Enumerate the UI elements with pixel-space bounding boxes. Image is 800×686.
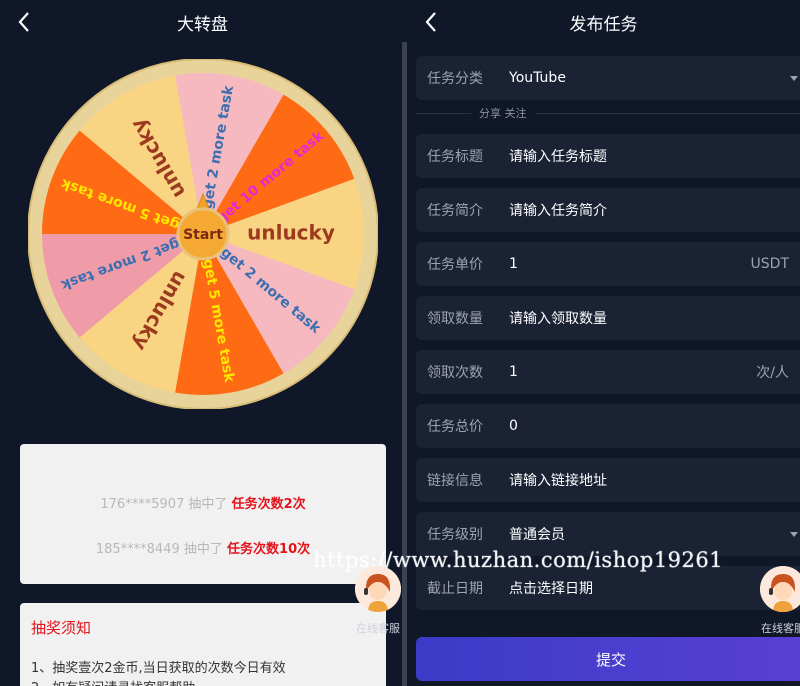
field-value: 1	[509, 256, 518, 272]
claim-quantity-field[interactable]: 领取数量 请输入领取数量	[416, 296, 800, 340]
prize-wheel[interactable]: get 2 more task get 10 more task unlucky ge…	[27, 58, 379, 410]
chevron-down-icon	[790, 532, 798, 537]
field-label: 任务分类	[427, 71, 483, 87]
field-unit: 次/人	[756, 365, 789, 381]
customer-service-label: 在线客服	[761, 622, 800, 635]
customer-service-icon	[355, 566, 401, 612]
category-subtags: 分享 关注	[416, 104, 800, 122]
winner-prize: 任务次数10次	[227, 542, 311, 557]
field-label: 任务级别	[427, 527, 483, 543]
field-label: 任务单价	[427, 257, 483, 273]
field-label: 任务简介	[427, 203, 483, 219]
field-label: 领取数量	[427, 311, 483, 327]
back-arrow-icon[interactable]	[14, 10, 34, 34]
task-title-field[interactable]: 任务标题 请输入任务标题	[416, 134, 800, 178]
deadline-date-field[interactable]: 截止日期 点击选择日期	[416, 566, 800, 610]
field-value: 点击选择日期	[509, 581, 593, 597]
field-value: 请输入任务简介	[509, 203, 607, 219]
back-arrow-icon[interactable]	[421, 10, 441, 34]
prize-wheel-graphic: get 2 more taskget 10 more taskunluckyge…	[27, 58, 379, 410]
page-title: 大转盘	[177, 14, 228, 35]
start-button-label: Start	[183, 227, 223, 243]
task-intro-field[interactable]: 任务简介 请输入任务简介	[416, 188, 800, 232]
field-value: 1	[509, 364, 518, 380]
customer-service-button[interactable]: 在线客服	[758, 566, 800, 636]
task-category-select[interactable]: 任务分类 YouTube	[416, 56, 800, 100]
field-value: 0	[509, 418, 518, 434]
wheel-segment-label: unlucky	[247, 221, 335, 245]
rules-line: 2、如有疑问请寻找客服帮助	[31, 677, 195, 686]
winner-verb: 抽中了	[188, 497, 228, 512]
claim-times-field[interactable]: 领取次数 1 次/人	[416, 350, 800, 394]
field-label: 链接信息	[427, 473, 483, 489]
chevron-down-icon	[790, 76, 798, 81]
field-value: 请输入链接地址	[509, 473, 607, 489]
winner-user: 185****8449	[95, 542, 180, 557]
field-value: 请输入领取数量	[509, 311, 607, 327]
winner-user: 176****5907	[100, 497, 185, 512]
field-value: 请输入任务标题	[509, 149, 607, 165]
field-label: 任务总价	[427, 419, 483, 435]
field-unit: USDT	[750, 256, 789, 272]
customer-service-label: 在线客服	[356, 622, 400, 635]
left-header: 大转盘	[0, 0, 405, 44]
right-header: 发布任务	[407, 0, 800, 44]
task-unit-price-field[interactable]: 任务单价 1 USDT	[416, 242, 800, 286]
lucky-wheel-page: 大转盘 get 2 more task get 10 more task unluc…	[0, 0, 405, 686]
publish-task-page: 发布任务 任务分类 YouTube 分享 关注 任务标题 请输入任务标题 任务简…	[407, 0, 800, 686]
rules-line: 1、抽奖壹次2金币,当日获取的次数今日有效	[31, 661, 286, 676]
link-info-field[interactable]: 链接信息 请输入链接地址	[416, 458, 800, 502]
customer-service-icon	[760, 566, 800, 612]
rules-title: 抽奖须知	[31, 619, 92, 637]
submit-button[interactable]: 提交	[416, 637, 800, 681]
task-total-price-field: 任务总价 0	[416, 404, 800, 448]
field-label: 截止日期	[427, 581, 483, 597]
subtag-text: 分享 关注	[471, 105, 535, 121]
field-value: 普通会员	[509, 527, 565, 543]
field-label: 领取次数	[427, 365, 483, 381]
winner-prize: 任务次数2次	[231, 497, 306, 512]
page-title: 发布任务	[569, 14, 638, 35]
field-value: YouTube	[509, 70, 566, 86]
customer-service-button[interactable]: 在线客服	[353, 566, 403, 636]
winner-verb: 抽中了	[183, 542, 223, 557]
app-screen: 大转盘 get 2 more task get 10 more task unluc…	[0, 0, 800, 686]
rules-panel: 抽奖须知 1、抽奖壹次2金币,当日获取的次数今日有效 2、如有疑问请寻找客服帮助	[20, 603, 386, 686]
winner-item: 176****5907 抽中了 任务次数2次	[20, 493, 386, 512]
field-label: 任务标题	[427, 149, 483, 165]
